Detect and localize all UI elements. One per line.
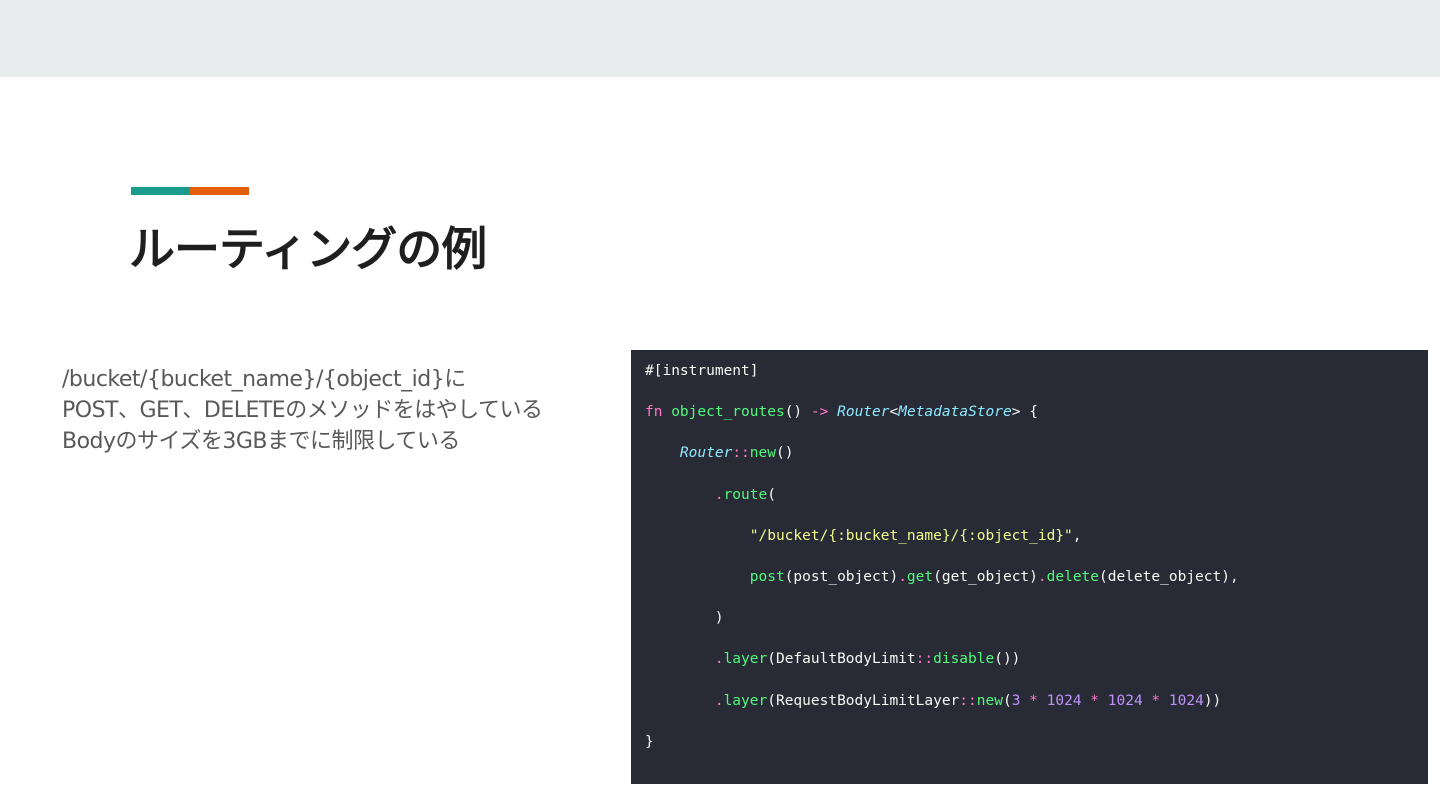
code-token-plain: ()	[775, 445, 794, 462]
code-token-plain: (post_object)	[784, 568, 899, 585]
slide-title: ルーティングの例	[129, 222, 487, 276]
code-line: Router::new()	[645, 442, 1428, 483]
code-token-keyword: fn	[645, 404, 663, 421]
code-line: .route(	[645, 484, 1428, 525]
code-line: )	[645, 607, 1428, 648]
code-token-plain: )	[645, 610, 724, 627]
code-token-keyword: .	[1037, 568, 1047, 585]
code-token-number: 1024	[1046, 692, 1082, 709]
code-token-function: layer	[723, 692, 768, 709]
code-token-number: 1024	[1107, 692, 1143, 709]
code-token-keyword: ::	[732, 445, 750, 462]
code-token-keyword: ::	[915, 651, 934, 668]
code-token-keyword: .	[898, 568, 907, 585]
top-header-band	[0, 0, 1440, 77]
code-token-keyword: ->	[810, 404, 829, 421]
code-token-plain: ,	[1072, 527, 1082, 544]
code-token-keyword: *	[1090, 692, 1100, 709]
code-token-function: route	[723, 486, 768, 503]
code-block: #[instrument] fn object_routes() -> Route…	[631, 350, 1428, 784]
slide-body-text: /bucket/{bucket_name}/{object_id}に POST、…	[62, 364, 602, 457]
code-token-string: "/bucket/{:bucket_name}/{:object_id}"	[749, 527, 1073, 544]
code-line: }	[645, 731, 1428, 772]
body-line: /bucket/{bucket_name}/{object_id}に	[62, 367, 466, 392]
code-token-plain: }	[645, 733, 654, 750]
code-line: .layer(DefaultBodyLimit::disable())	[645, 648, 1428, 689]
code-token-function: disable	[933, 651, 995, 668]
code-token-plain: <	[889, 404, 899, 421]
code-token-plain: (get_object)	[933, 568, 1038, 585]
code-token-plain: #[instrument]	[645, 363, 759, 379]
code-line: .layer(RequestBodyLimitLayer::new(3 * 10…	[645, 690, 1428, 731]
code-token-keyword: *	[1151, 692, 1161, 709]
code-token-plain: > {	[1011, 404, 1038, 421]
code-token-type: MetadataStore	[898, 404, 1012, 421]
code-line: #[instrument]	[645, 360, 1428, 401]
code-token-type: Router	[679, 445, 733, 462]
code-token-keyword: ::	[959, 692, 977, 709]
title-accent-orange	[190, 187, 249, 195]
code-token-keyword: .	[714, 651, 724, 668]
code-token-plain: (	[1002, 692, 1012, 709]
body-line: POST、GET、DELETEのメソッドをはやしている	[62, 398, 543, 423]
code-token-function: new	[749, 445, 776, 462]
body-line: Bodyのサイズを3GBまでに制限している	[62, 429, 460, 454]
code-token-function: delete	[1046, 568, 1100, 585]
code-token-plain: (RequestBodyLimitLayer	[767, 692, 960, 709]
title-accent-teal	[131, 187, 190, 195]
code-token-type: Router	[837, 404, 890, 421]
code-token-keyword: *	[1029, 692, 1038, 709]
code-line: "/bucket/{:bucket_name}/{:object_id}",	[645, 525, 1428, 566]
code-token-plain: (delete_object),	[1099, 568, 1239, 585]
code-token-plain: ))	[1203, 692, 1222, 709]
code-line: post(post_object).get(get_object).delete…	[645, 566, 1428, 607]
code-token-keyword: .	[714, 486, 724, 503]
code-token-plain: (DefaultBodyLimit	[767, 651, 916, 668]
code-token-plain: (	[767, 486, 776, 503]
code-token-function: get	[906, 568, 934, 585]
code-token-function: object_routes	[671, 404, 785, 421]
code-token-number: 1024	[1168, 692, 1204, 709]
code-token-plain: ())	[994, 651, 1021, 668]
code-token-function: new	[976, 692, 1003, 709]
code-token-keyword: .	[714, 692, 724, 709]
code-line: fn object_routes() -> Router<MetadataSto…	[645, 401, 1428, 442]
code-token-function: post	[749, 568, 785, 585]
code-token-function: layer	[723, 651, 768, 668]
code-token-plain: ()	[784, 404, 811, 421]
